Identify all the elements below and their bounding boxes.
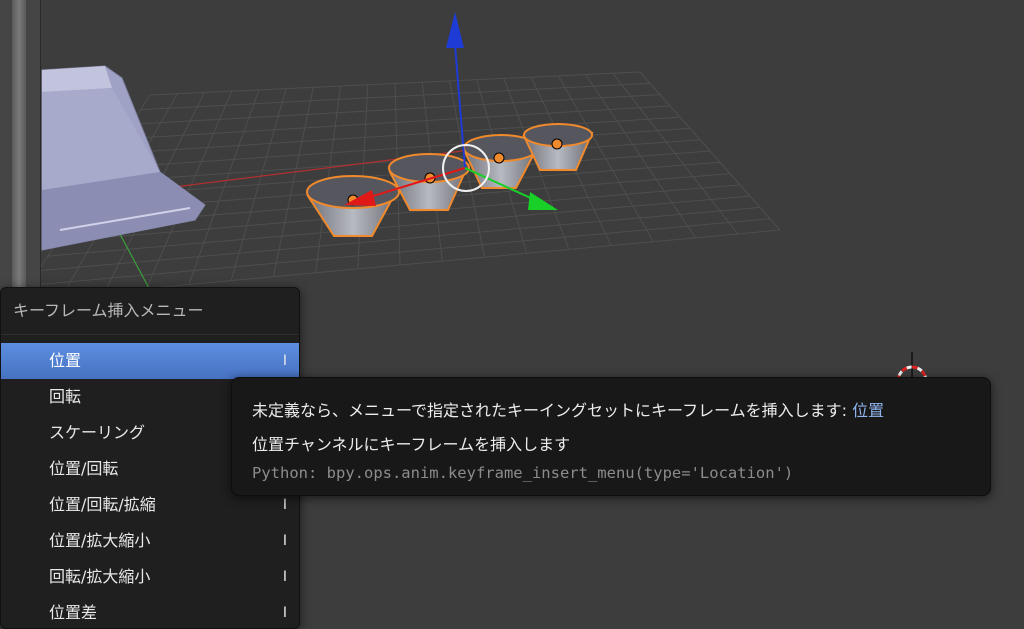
- cup-object[interactable]: [522, 123, 594, 171]
- menu-item[interactable]: 位置差 I: [1, 595, 299, 628]
- cup-object[interactable]: [388, 153, 470, 211]
- operator-tooltip: 未定義なら、メニューで指定されたキーイングセットにキーフレームを挿入します: 位…: [231, 377, 991, 496]
- tooltip-detail: 位置チャンネルにキーフレームを挿入します: [252, 435, 571, 454]
- menu-item-shortcut: I: [282, 353, 287, 369]
- grid-line: [585, 74, 696, 239]
- menu-item-label: 位置: [49, 351, 82, 370]
- menu-item[interactable]: 位置 I: [1, 343, 299, 379]
- menu-item[interactable]: 位置/拡大縮小 I: [1, 523, 299, 559]
- menu-item-shortcut: I: [282, 605, 287, 621]
- menu-item-label: 位置差: [49, 603, 98, 622]
- tooltip-description-line: 未定義なら、メニューで指定されたキーイングセットにキーフレームを挿入します: 位…: [252, 397, 884, 421]
- tooltip-description: 未定義なら、メニューで指定されたキーイングセットにキーフレームを挿入します:: [252, 401, 847, 420]
- menu-title: キーフレーム挿入メニュー: [1, 288, 299, 335]
- menu-item[interactable]: 回転/拡大縮小 I: [1, 559, 299, 595]
- tooltip-python: Python: bpy.ops.anim.keyframe_insert_men…: [252, 464, 794, 482]
- menu-item-shortcut: I: [282, 533, 287, 549]
- menu-item-label: 位置/回転/拡縮: [49, 495, 156, 514]
- grid-line: [612, 72, 739, 235]
- menu-item-label: 回転/拡大縮小: [49, 567, 151, 586]
- menu-item-label: 位置/拡大縮小: [49, 531, 151, 550]
- menu-item-shortcut: I: [282, 569, 287, 585]
- menu-item-label: 位置/回転: [49, 459, 119, 478]
- grid-line: [639, 71, 781, 231]
- menu-item-label: 回転: [49, 387, 82, 406]
- tooltip-highlight: 位置: [852, 401, 885, 420]
- menu-item-label: スケーリング: [49, 423, 146, 442]
